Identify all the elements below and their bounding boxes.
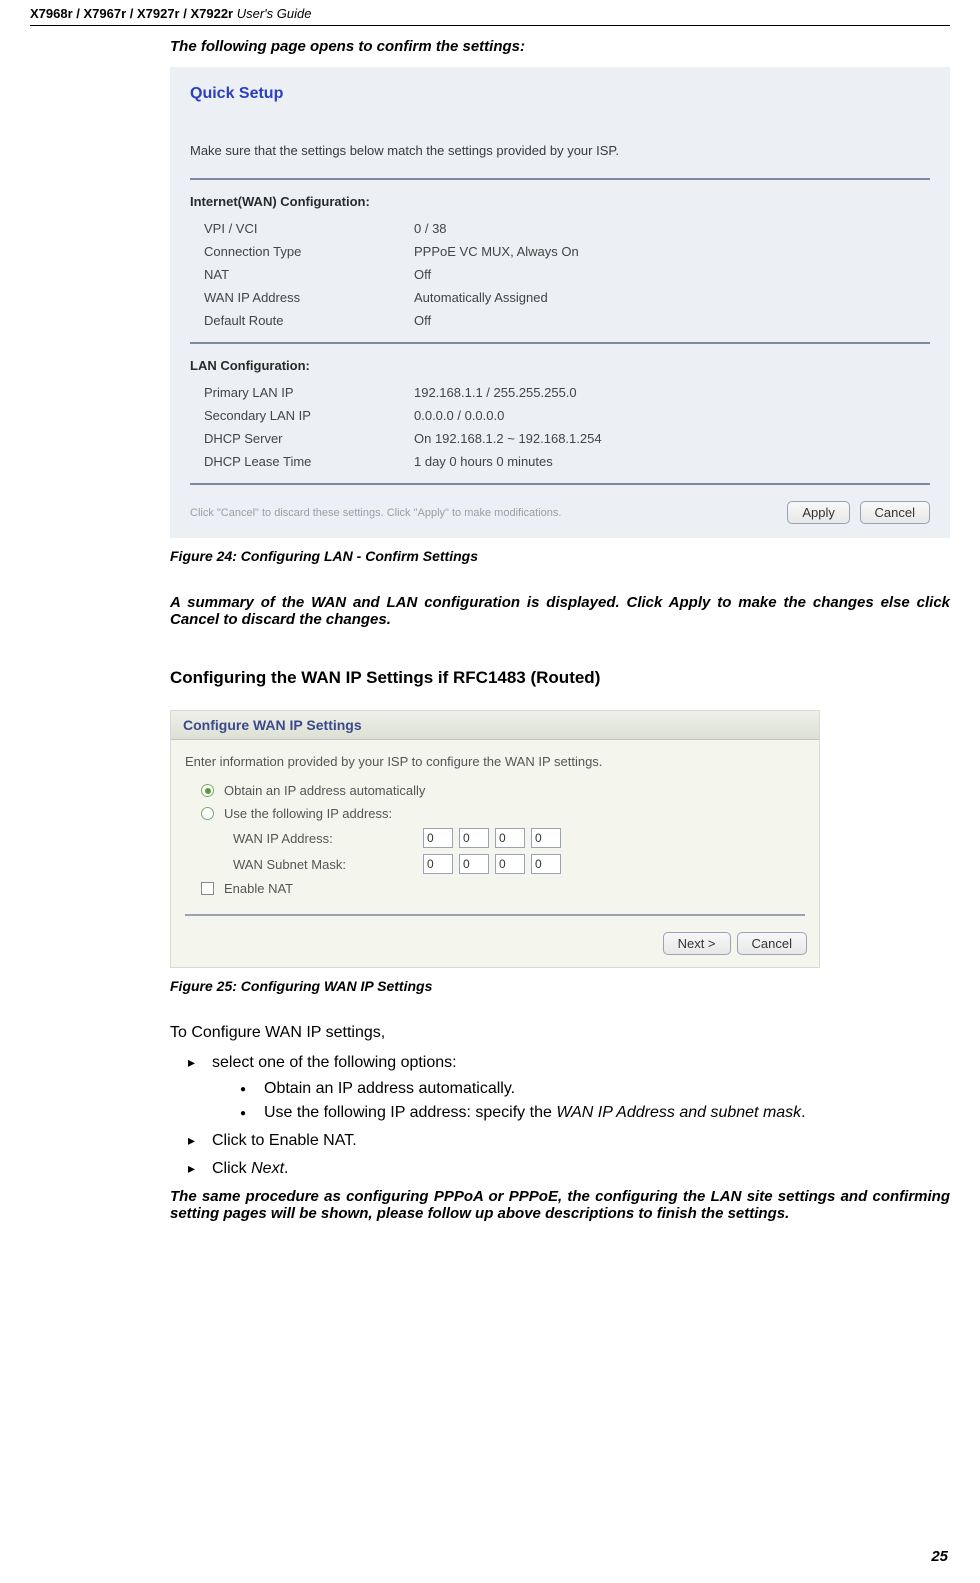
wan-ip-panel: Configure WAN IP Settings Enter informat… bbox=[170, 710, 820, 968]
config-row: WAN IP AddressAutomatically Assigned bbox=[190, 286, 930, 309]
config-row: DHCP ServerOn 192.168.1.2 ~ 192.168.1.25… bbox=[190, 427, 930, 450]
hint-text: Click "Cancel" to discard these settings… bbox=[190, 507, 561, 519]
config-key: WAN IP Address bbox=[204, 290, 414, 305]
cancel-button[interactable]: Cancel bbox=[860, 501, 930, 524]
list-item: Click to Enable NAT. bbox=[188, 1132, 950, 1150]
radio-auto-row[interactable]: Obtain an IP address automatically bbox=[185, 779, 805, 802]
list-item: Use the following IP address: specify th… bbox=[240, 1104, 950, 1122]
divider bbox=[185, 914, 805, 916]
wan-mask-octet-4[interactable] bbox=[531, 854, 561, 874]
final-paragraph: The same procedure as configuring PPPoA … bbox=[170, 1188, 950, 1222]
next-button[interactable]: Next > bbox=[663, 932, 731, 955]
wan-ip-title: Configure WAN IP Settings bbox=[171, 711, 819, 740]
list-item-text: Click to Enable NAT. bbox=[212, 1132, 357, 1149]
config-key: Default Route bbox=[204, 313, 414, 328]
cancel-button[interactable]: Cancel bbox=[737, 932, 807, 955]
config-key: DHCP Lease Time bbox=[204, 454, 414, 469]
page-header: X7968r / X7967r / X7927r / X7922r User's… bbox=[30, 0, 950, 26]
enable-nat-row[interactable]: Enable NAT bbox=[185, 877, 805, 900]
wan-ip-octet-1[interactable] bbox=[423, 828, 453, 848]
list-item-text-b: Next bbox=[251, 1160, 284, 1177]
lan-config-heading: LAN Configuration: bbox=[190, 358, 930, 373]
list-item-text-c: . bbox=[801, 1104, 805, 1121]
config-val: Off bbox=[414, 313, 930, 328]
config-key: VPI / VCI bbox=[204, 221, 414, 236]
divider bbox=[190, 342, 930, 344]
header-guide: User's Guide bbox=[233, 6, 311, 21]
wan-mask-octet-3[interactable] bbox=[495, 854, 525, 874]
wan-ip-octet-4[interactable] bbox=[531, 828, 561, 848]
config-row: VPI / VCI0 / 38 bbox=[190, 217, 930, 240]
wan-ip-octet-2[interactable] bbox=[459, 828, 489, 848]
quick-setup-panel: Quick Setup Make sure that the settings … bbox=[170, 67, 950, 538]
divider bbox=[190, 178, 930, 180]
config-row: Default RouteOff bbox=[190, 309, 930, 332]
quick-setup-title: Quick Setup bbox=[190, 85, 930, 103]
radio-manual-row[interactable]: Use the following IP address: bbox=[185, 802, 805, 825]
list-item-text: Obtain an IP address automatically. bbox=[264, 1080, 515, 1097]
header-models: X7968r / X7967r / X7927r / X7922r bbox=[30, 6, 233, 21]
intro-text: The following page opens to confirm the … bbox=[170, 38, 950, 55]
summary-paragraph: A summary of the WAN and LAN configurati… bbox=[170, 594, 950, 628]
config-row: DHCP Lease Time1 day 0 hours 0 minutes bbox=[190, 450, 930, 473]
wan-subnet-mask-label: WAN Subnet Mask: bbox=[233, 857, 423, 872]
config-key: Secondary LAN IP bbox=[204, 408, 414, 423]
sub-list: Obtain an IP address automatically. Use … bbox=[212, 1080, 950, 1122]
config-val: 0.0.0.0 / 0.0.0.0 bbox=[414, 408, 930, 423]
figure-25-caption: Figure 25: Configuring WAN IP Settings bbox=[170, 978, 950, 994]
config-key: Primary LAN IP bbox=[204, 385, 414, 400]
quick-setup-note: Make sure that the settings below match … bbox=[190, 143, 930, 158]
section-heading: Configuring the WAN IP Settings if RFC14… bbox=[170, 668, 950, 688]
config-val: On 192.168.1.2 ~ 192.168.1.254 bbox=[414, 431, 930, 446]
enable-nat-checkbox-icon[interactable] bbox=[201, 882, 214, 895]
wan-config-heading: Internet(WAN) Configuration: bbox=[190, 194, 930, 209]
apply-button[interactable]: Apply bbox=[787, 501, 850, 524]
config-key: Connection Type bbox=[204, 244, 414, 259]
config-key: NAT bbox=[204, 267, 414, 282]
config-row: NATOff bbox=[190, 263, 930, 286]
config-val: Off bbox=[414, 267, 930, 282]
list-item-text-a: Click bbox=[212, 1160, 251, 1177]
list-item: select one of the following options: Obt… bbox=[188, 1054, 950, 1122]
radio-auto-icon[interactable] bbox=[201, 784, 214, 797]
list-item-text: select one of the following options: bbox=[212, 1054, 457, 1071]
config-val: Automatically Assigned bbox=[414, 290, 930, 305]
config-row: Secondary LAN IP0.0.0.0 / 0.0.0.0 bbox=[190, 404, 930, 427]
config-val: PPPoE VC MUX, Always On bbox=[414, 244, 930, 259]
list-item: Click Next. bbox=[188, 1160, 950, 1178]
config-row: Primary LAN IP192.168.1.1 / 255.255.255.… bbox=[190, 381, 930, 404]
enable-nat-label: Enable NAT bbox=[224, 881, 293, 896]
wan-ip-address-label: WAN IP Address: bbox=[233, 831, 423, 846]
config-val: 1 day 0 hours 0 minutes bbox=[414, 454, 930, 469]
body-paragraph: To Configure WAN IP settings, bbox=[170, 1024, 950, 1042]
list-item-text-b: WAN IP Address and subnet mask bbox=[556, 1104, 801, 1121]
list-item-text-c: . bbox=[284, 1160, 288, 1177]
config-val: 0 / 38 bbox=[414, 221, 930, 236]
instruction-list: select one of the following options: Obt… bbox=[170, 1054, 950, 1178]
divider bbox=[190, 483, 930, 485]
figure-24-caption: Figure 24: Configuring LAN - Confirm Set… bbox=[170, 548, 950, 564]
wan-mask-octet-2[interactable] bbox=[459, 854, 489, 874]
page-number: 25 bbox=[931, 1548, 948, 1565]
config-key: DHCP Server bbox=[204, 431, 414, 446]
list-item-text-a: Use the following IP address: specify th… bbox=[264, 1104, 556, 1121]
radio-manual-label: Use the following IP address: bbox=[224, 806, 392, 821]
wan-ip-octet-3[interactable] bbox=[495, 828, 525, 848]
wan-mask-octet-1[interactable] bbox=[423, 854, 453, 874]
list-item: Obtain an IP address automatically. bbox=[240, 1080, 950, 1098]
radio-manual-icon[interactable] bbox=[201, 807, 214, 820]
config-val: 192.168.1.1 / 255.255.255.0 bbox=[414, 385, 930, 400]
radio-auto-label: Obtain an IP address automatically bbox=[224, 783, 425, 798]
wan-ip-note: Enter information provided by your ISP t… bbox=[185, 754, 805, 769]
config-row: Connection TypePPPoE VC MUX, Always On bbox=[190, 240, 930, 263]
